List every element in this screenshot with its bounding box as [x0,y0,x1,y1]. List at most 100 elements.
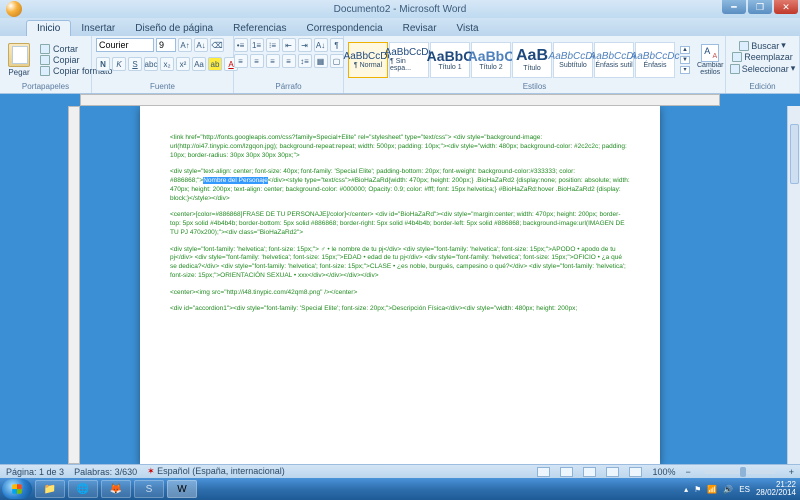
taskbar-explorer[interactable]: 📁 [35,480,65,498]
style-enfasis-sutil[interactable]: AaBbCcDcÉnfasis sutil [594,42,634,78]
title-bar: Documento2 - Microsoft Word ━ ❐ ✕ [0,0,800,18]
zoom-slider[interactable] [705,470,775,474]
taskbar-firefox[interactable]: 🦊 [101,480,131,498]
close-button[interactable]: ✕ [774,0,798,14]
vertical-scrollbar[interactable] [787,106,800,464]
align-center-button[interactable]: ≡ [250,54,264,68]
scissors-icon [40,44,50,54]
zoom-level[interactable]: 100% [652,467,675,477]
status-page[interactable]: Página: 1 de 3 [6,467,64,477]
subscript-button[interactable]: x₂ [160,57,174,71]
paste-button[interactable]: Pegar [8,68,29,77]
tab-inicio[interactable]: Inicio [26,20,71,36]
doc-text[interactable]: <div style="text-align: center; font-siz… [170,168,630,203]
indent-left-button[interactable]: ⇤ [282,38,296,52]
minimize-button[interactable]: ━ [722,0,746,14]
shading-button[interactable]: ▦ [314,54,328,68]
bullets-button[interactable]: •≡ [234,38,248,52]
line-spacing-button[interactable]: ↕≡ [298,54,312,68]
multilevel-button[interactable]: ⁝≡ [266,38,280,52]
tray-flag-icon[interactable]: ⚑ [694,485,701,494]
tray-clock[interactable]: 21:2228/02/2014 [756,481,796,497]
view-fullread-button[interactable] [560,467,573,477]
zoom-out-button[interactable]: − [685,467,690,477]
numbering-button[interactable]: 1≡ [250,38,264,52]
document-area: <link href="http://fonts.googleapis.com/… [0,94,800,464]
horizontal-ruler[interactable] [80,94,720,106]
borders-button[interactable]: ▢ [330,54,344,68]
clear-format-button[interactable]: ⌫ [210,38,224,52]
tab-correspondencia[interactable]: Correspondencia [296,21,392,36]
align-right-button[interactable]: ≡ [266,54,280,68]
italic-button[interactable]: K [112,57,126,71]
change-styles-button[interactable]: Cambiar estilos [693,42,727,78]
scrollbar-thumb[interactable] [790,124,799,184]
status-words[interactable]: Palabras: 3/630 [74,467,137,477]
font-size-input[interactable] [156,38,176,52]
paste-icon[interactable] [8,43,30,67]
style-titulo2[interactable]: AaBbCTítulo 2 [471,42,511,78]
group-label: Edición [730,82,795,91]
office-orb-icon[interactable] [6,1,22,17]
styles-gallery[interactable]: AaBbCcDc¶ Normal AaBbCcDc¶ Sin espa... A… [348,42,675,78]
bold-button[interactable]: N [96,57,110,71]
brush-icon [40,66,50,76]
view-draft-button[interactable] [629,467,642,477]
style-subtitulo[interactable]: AaBbCcDcSubtítulo [553,42,593,78]
font-name-input[interactable] [96,38,154,52]
view-print-button[interactable] [537,467,550,477]
tray-lang[interactable]: ES [739,485,750,494]
tab-vista[interactable]: Vista [447,21,489,36]
start-button[interactable] [2,479,32,499]
replace-button[interactable]: Reemplazar [732,52,793,62]
indent-right-button[interactable]: ⇥ [298,38,312,52]
select-button[interactable]: Seleccionar ▾ [730,63,796,74]
style-enfasis[interactable]: AaBbCcDcÉnfasis [635,42,675,78]
show-marks-button[interactable]: ¶ [330,38,344,52]
style-sinespa[interactable]: AaBbCcDc¶ Sin espa... [389,42,429,78]
find-button[interactable]: Buscar ▾ [739,40,786,51]
vertical-ruler[interactable] [68,106,80,464]
style-titulo[interactable]: AaBTítulo [512,42,552,78]
style-titulo1[interactable]: AaBbCTítulo 1 [430,42,470,78]
styles-scroll[interactable]: ▲▼▾ [680,46,690,74]
superscript-button[interactable]: x² [176,57,190,71]
style-normal[interactable]: AaBbCcDc¶ Normal [348,42,388,78]
doc-text[interactable]: <link href="http://fonts.googleapis.com/… [170,134,630,160]
taskbar-word[interactable]: W [167,480,197,498]
tab-referencias[interactable]: Referencias [223,21,296,36]
shrink-font-button[interactable]: A↓ [194,38,208,52]
group-paragraph: •≡ 1≡ ⁝≡ ⇤ ⇥ A↓ ¶ ≡ ≡ ≡ ≡ ↕≡ ▦ ▢ Párrafo [234,36,344,93]
underline-button[interactable]: S [128,57,142,71]
tray-volume-icon[interactable]: 🔊 [723,485,733,494]
doc-text[interactable]: <center>[color=#886868]FRASE DE TU PERSO… [170,211,630,237]
strike-button[interactable]: abc [144,57,158,71]
zoom-in-button[interactable]: + [789,467,794,477]
system-tray[interactable]: ▴ ⚑ 📶 🔊 ES 21:2228/02/2014 [684,481,796,497]
copy-icon [40,55,50,65]
case-button[interactable]: Aa [192,57,206,71]
sort-button[interactable]: A↓ [314,38,328,52]
doc-text[interactable]: <div style="font-family: 'helvetica'; fo… [170,246,630,281]
doc-text[interactable]: <div id="accordion1"><div style="font-fa… [170,305,630,314]
doc-text[interactable]: <center><img src="http://i48.tinypic.com… [170,289,630,298]
taskbar-skype[interactable]: S [134,480,164,498]
tab-insertar[interactable]: Insertar [71,21,125,36]
group-clipboard: Pegar Cortar Copiar Copiar formato Porta… [0,36,92,93]
tab-diseno[interactable]: Diseño de página [125,21,223,36]
status-bar: Página: 1 de 3 Palabras: 3/630 ✶ Español… [0,464,800,478]
view-web-button[interactable] [583,467,596,477]
view-outline-button[interactable] [606,467,619,477]
justify-button[interactable]: ≡ [282,54,296,68]
document-page[interactable]: <link href="http://fonts.googleapis.com/… [140,106,660,464]
status-lang[interactable]: ✶ Español (España, internacional) [147,466,285,477]
maximize-button[interactable]: ❐ [748,0,772,14]
highlight-button[interactable]: ab [208,57,222,71]
tray-network-icon[interactable]: 📶 [707,485,717,494]
tab-revisar[interactable]: Revisar [393,21,447,36]
align-left-button[interactable]: ≡ [234,54,248,68]
tray-arrow-icon[interactable]: ▴ [684,485,688,494]
text-selection[interactable]: Nombre del Personaje [203,177,268,184]
taskbar-chrome[interactable]: 🌐 [68,480,98,498]
grow-font-button[interactable]: A↑ [178,38,192,52]
